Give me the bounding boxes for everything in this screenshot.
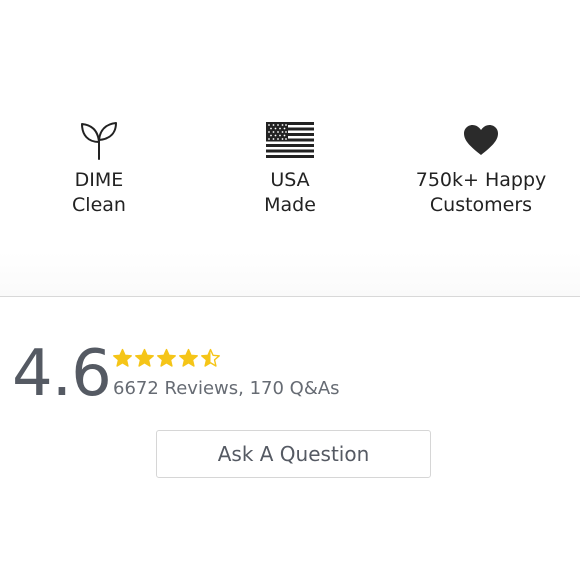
leaf-sprout-icon bbox=[4, 120, 194, 160]
average-score: 4.6 bbox=[12, 337, 112, 411]
section-fade bbox=[0, 252, 580, 296]
reviews-summary: 4.6 6672 Reviews, 170 Q&As bbox=[12, 337, 572, 411]
review-counts[interactable]: 6672 Reviews, 170 Q&As bbox=[113, 378, 340, 399]
us-flag-icon bbox=[195, 120, 385, 160]
ask-question-button[interactable]: Ask A Question bbox=[156, 430, 431, 478]
star-full-icon bbox=[113, 348, 132, 367]
feature-happy-customers: 750k+ Happy Customers bbox=[386, 120, 576, 218]
feature-label-line2: Clean bbox=[72, 194, 126, 216]
feature-label-line1: DIME bbox=[74, 169, 124, 191]
star-full-icon bbox=[179, 348, 198, 367]
star-full-icon bbox=[157, 348, 176, 367]
heart-icon bbox=[386, 120, 576, 160]
section-divider bbox=[0, 296, 580, 297]
star-full-icon bbox=[135, 348, 154, 367]
feature-label-line2: Made bbox=[264, 194, 316, 216]
feature-dime-clean: DIME Clean bbox=[4, 120, 194, 218]
feature-label-line1: USA bbox=[270, 169, 310, 191]
feature-usa-made: USA Made bbox=[195, 120, 385, 218]
feature-label-line2: Customers bbox=[429, 194, 533, 216]
feature-label-line1: 750k+ Happy bbox=[415, 169, 547, 191]
star-rating[interactable] bbox=[112, 348, 221, 369]
star-half-icon bbox=[201, 348, 220, 367]
features-section: DIME Clean USA Made 750k+ Happy Customer… bbox=[0, 0, 580, 255]
